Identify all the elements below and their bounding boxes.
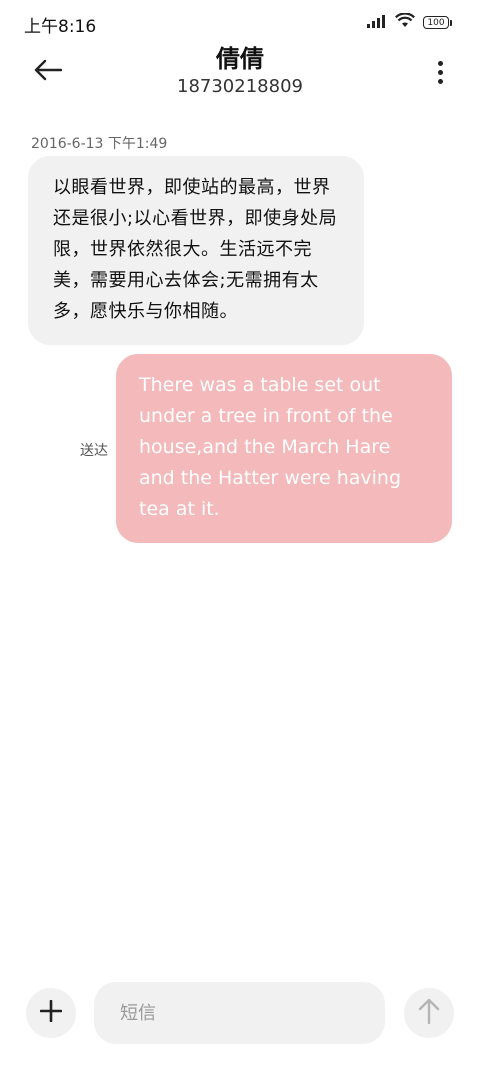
- incoming-message-bubble[interactable]: 以眼看世界，即使站的最高，世界还是很小;以心看世界，即使身处局限，世界依然很大。…: [28, 156, 364, 345]
- back-button[interactable]: [30, 58, 66, 86]
- battery-icon: 100: [421, 16, 452, 29]
- battery-level: 100: [423, 16, 449, 29]
- outgoing-message-bubble[interactable]: There was a table set out under a tree i…: [116, 354, 452, 543]
- add-attachment-button[interactable]: [26, 988, 76, 1038]
- message-timestamp: 2016-6-13 下午1:49: [31, 136, 168, 152]
- composer-bar: [0, 980, 480, 1046]
- delivery-status: 送达: [80, 443, 108, 459]
- plus-icon: [39, 999, 63, 1026]
- more-options-button[interactable]: [430, 58, 450, 86]
- contact-name: 倩倩: [216, 45, 264, 73]
- status-icons: 100: [367, 12, 452, 32]
- more-vert-icon: [437, 60, 443, 84]
- back-arrow-icon: [34, 59, 63, 85]
- status-time: 上午8:16: [24, 17, 97, 37]
- conversation-header: 倩倩 18730218809: [0, 44, 480, 112]
- signal-icon: [367, 13, 389, 32]
- messaging-screen: 上午8:16 100 倩倩 18730218809 2016-6-13 下午1:…: [0, 0, 480, 1066]
- sms-input[interactable]: [94, 982, 385, 1044]
- status-bar: 上午8:16 100: [0, 0, 480, 44]
- contact-number: 18730218809: [177, 76, 303, 97]
- send-arrow-icon: [418, 998, 440, 1028]
- contact-title: 倩倩 18730218809: [0, 44, 480, 100]
- send-button[interactable]: [404, 988, 454, 1038]
- wifi-icon: [395, 12, 415, 32]
